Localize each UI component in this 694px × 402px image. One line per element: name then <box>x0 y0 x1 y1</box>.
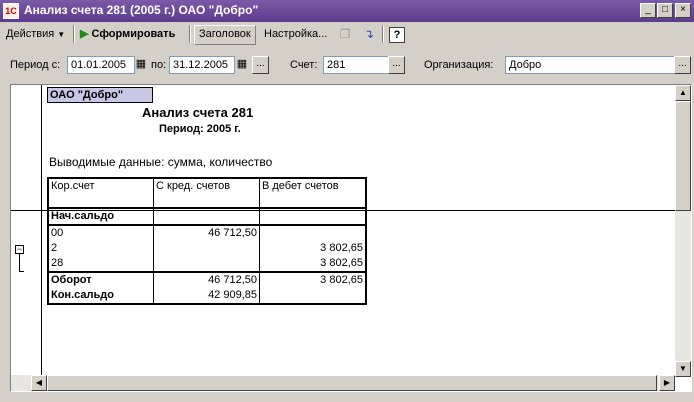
dropdown-arrow-icon: ▼ <box>57 30 66 39</box>
opening-balance-label: Нач.сальдо <box>47 207 154 225</box>
horizontal-scroll-thumb[interactable] <box>47 375 657 391</box>
close-button[interactable]: × <box>675 3 691 18</box>
account-cell: 00 <box>47 224 154 241</box>
report-period: Период: 2005 г. <box>159 123 241 135</box>
account-cell: 2 <box>47 241 154 256</box>
table-row: 28 3 802,65 <box>47 256 367 272</box>
group-gutter-divider <box>41 85 42 381</box>
credit-cell: 46 712,50 <box>153 224 260 241</box>
calendar-icon[interactable]: ▦ <box>236 57 248 71</box>
period-select-button[interactable]: ... <box>252 56 269 74</box>
organization-select-button[interactable]: ... <box>674 56 691 74</box>
account-field[interactable]: 281 <box>323 56 389 74</box>
period-to-field[interactable]: 31.12.2005 <box>169 56 235 74</box>
credit-cell <box>153 241 260 256</box>
table-row: Кон.сальдо 42 909,85 <box>47 288 367 305</box>
table-row: 00 46 712,50 <box>47 224 367 241</box>
vertical-scrollbar[interactable]: ▲ ▼ <box>675 85 691 377</box>
account-cell: 28 <box>47 256 154 272</box>
organization-field[interactable]: Добро <box>505 56 675 74</box>
generate-label: Сформировать <box>91 28 176 40</box>
table-row: Оборот 46 712,50 3 802,65 <box>47 271 367 288</box>
help-icon[interactable]: ? <box>389 27 405 43</box>
refresh-icon[interactable]: ↴ <box>361 26 377 42</box>
turnover-label: Оборот <box>47 271 154 288</box>
scroll-down-icon[interactable]: ▼ <box>675 361 691 377</box>
parameters-panel: Период с: 01.01.2005 ▦ по: 31.12.2005 ▦ … <box>0 50 694 78</box>
group-bracket <box>19 254 20 271</box>
report-organization-cell[interactable]: ОАО "Добро" <box>47 87 153 103</box>
minimize-button[interactable]: _ <box>640 3 656 18</box>
table-row: Нач.сальдо <box>47 207 367 225</box>
window-title: Анализ счета 281 (2005 г.) ОАО "Добро" <box>24 3 259 17</box>
copy-icon[interactable]: ❐ <box>337 26 353 42</box>
closing-balance-label: Кон.сальдо <box>47 288 154 305</box>
period-from-label: Период с: <box>10 59 61 71</box>
play-icon: ▶ <box>80 28 89 40</box>
settings-button[interactable]: Настройка... <box>264 25 327 43</box>
toolbar: Действия ▼ ▶ Сформировать Заголовок Наст… <box>0 22 694 46</box>
column-header: С кред. счетов <box>153 177 260 208</box>
report-spreadsheet[interactable]: ОАО "Добро" Анализ счета 281 Период: 200… <box>10 84 692 392</box>
account-select-button[interactable]: ... <box>388 56 405 74</box>
group-bracket <box>19 271 24 272</box>
credit-cell: 46 712,50 <box>153 271 260 288</box>
actions-menu[interactable]: Действия ▼ <box>6 25 65 43</box>
app-icon: 1C <box>3 3 19 19</box>
column-header: В дебет счетов <box>259 177 367 208</box>
debit-cell: 3 802,65 <box>259 241 367 256</box>
title-bar: 1C Анализ счета 281 (2005 г.) ОАО "Добро… <box>0 0 694 22</box>
scroll-left-icon[interactable]: ◀ <box>31 375 47 391</box>
report-output-note: Выводимые данные: сумма, количество <box>49 155 273 169</box>
generate-button[interactable]: ▶ Сформировать <box>80 25 175 43</box>
scroll-up-icon[interactable]: ▲ <box>675 85 691 101</box>
column-header: Кор.счет <box>47 177 154 208</box>
table-header-row: Кор.счет С кред. счетов В дебет счетов <box>47 177 367 208</box>
scroll-right-icon[interactable]: ▶ <box>659 375 675 391</box>
account-label: Счет: <box>290 59 318 71</box>
debit-cell <box>259 288 367 305</box>
toolbar-separator <box>382 25 384 43</box>
maximize-button[interactable]: □ <box>657 3 673 18</box>
organization-label: Организация: <box>424 59 494 71</box>
report-title: Анализ счета 281 <box>142 105 254 120</box>
credit-cell <box>153 256 260 272</box>
debit-cell: 3 802,65 <box>259 256 367 272</box>
header-toggle-button[interactable]: Заголовок <box>194 25 256 45</box>
collapse-group-icon[interactable]: − <box>15 245 24 254</box>
toolbar-separator <box>189 25 191 43</box>
calendar-icon[interactable]: ▦ <box>135 57 147 71</box>
report-table: Кор.счет С кред. счетов В дебет счетов Н… <box>47 177 367 305</box>
debit-cell <box>259 224 367 241</box>
period-from-field[interactable]: 01.01.2005 <box>67 56 135 74</box>
toolbar-separator <box>73 25 75 43</box>
credit-cell: 42 909,85 <box>153 288 260 305</box>
period-to-label: по: <box>151 59 167 71</box>
horizontal-scrollbar[interactable]: ◀ ▶ <box>11 375 675 391</box>
actions-label: Действия <box>6 28 55 40</box>
vertical-scroll-thumb[interactable] <box>675 101 691 211</box>
debit-cell: 3 802,65 <box>259 271 367 288</box>
table-row: 2 3 802,65 <box>47 241 367 256</box>
